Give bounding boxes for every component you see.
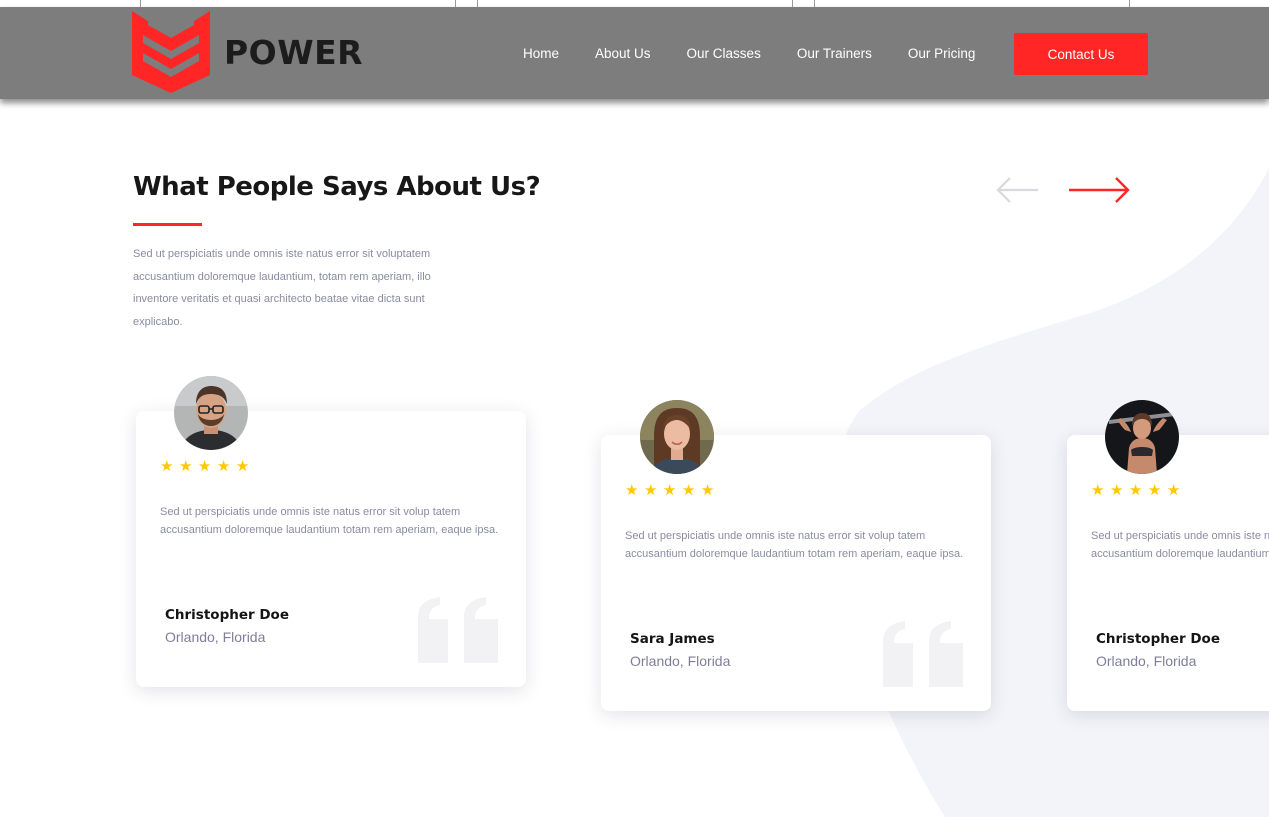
testimonial-name: Christopher Doe bbox=[165, 607, 289, 623]
testimonial-name: Sara James bbox=[630, 631, 715, 647]
testimonial-text: Sed ut perspiciatis unde omnis iste natu… bbox=[160, 506, 499, 537]
star-rating: ★ ★ ★ ★ ★ bbox=[625, 483, 720, 498]
testimonial-card: ★ ★ ★ ★ ★ Sed ut perspiciatis unde omnis… bbox=[1067, 435, 1269, 711]
brand-logo[interactable]: POWER bbox=[132, 11, 363, 93]
carousel-next-button[interactable] bbox=[1066, 174, 1130, 206]
testimonial-location: Orlando, Florida bbox=[630, 653, 731, 669]
star-icon: ★ bbox=[1147, 481, 1162, 499]
star-icon: ★ bbox=[643, 481, 658, 499]
star-icon: ★ bbox=[216, 457, 231, 475]
star-icon: ★ bbox=[197, 457, 212, 475]
star-icon: ★ bbox=[1091, 481, 1105, 499]
athlete-portrait-avatar bbox=[1105, 400, 1179, 474]
nav-our-classes[interactable]: Our Classes bbox=[687, 46, 761, 61]
arrow-left-icon bbox=[996, 177, 1038, 203]
carousel-prev-button[interactable] bbox=[990, 174, 1054, 206]
star-icon: ★ bbox=[160, 457, 174, 475]
man-portrait-avatar bbox=[174, 376, 248, 450]
section-intro: Sed ut perspiciatis unde omnis iste natu… bbox=[133, 248, 431, 328]
nav-home[interactable]: Home bbox=[523, 46, 559, 61]
star-icon: ★ bbox=[1109, 481, 1124, 499]
testimonial-card: ★ ★ ★ ★ ★ Sed ut perspiciatis unde omnis… bbox=[136, 411, 526, 687]
arrow-right-icon bbox=[1069, 177, 1130, 203]
star-icon: ★ bbox=[1166, 481, 1181, 499]
star-rating: ★ ★ ★ ★ ★ bbox=[1091, 483, 1186, 498]
testimonial-name: Christopher Doe bbox=[1096, 631, 1220, 647]
star-icon: ★ bbox=[700, 481, 715, 499]
testimonial-location: Orlando, Florida bbox=[165, 629, 266, 645]
avatar bbox=[1105, 400, 1179, 474]
woman-portrait-avatar bbox=[640, 400, 714, 474]
quote-icon bbox=[883, 621, 963, 687]
testimonial-location: Orlando, Florida bbox=[1096, 653, 1197, 669]
nav-our-trainers[interactable]: Our Trainers bbox=[797, 46, 872, 61]
shield-chevron-logo-icon bbox=[132, 11, 210, 93]
avatar bbox=[174, 376, 248, 450]
star-icon: ★ bbox=[625, 481, 639, 499]
testimonial-text: Sed ut perspiciatis unde omnis iste natu… bbox=[625, 530, 964, 561]
testimonials-page: POWER Home About Us Our Classes Our Trai… bbox=[0, 0, 1269, 817]
main-nav: Home About Us Our Classes Our Trainers O… bbox=[505, 7, 1011, 99]
brand-name: POWER bbox=[224, 32, 364, 72]
nav-our-pricing[interactable]: Our Pricing bbox=[908, 46, 976, 61]
star-icon: ★ bbox=[681, 481, 696, 499]
site-header: POWER Home About Us Our Classes Our Trai… bbox=[0, 7, 1269, 99]
section-title: What People Says About Us? bbox=[133, 172, 541, 202]
testimonial-card: ★ ★ ★ ★ ★ Sed ut perspiciatis unde omnis… bbox=[601, 435, 991, 711]
quote-icon bbox=[418, 597, 498, 663]
star-rating: ★ ★ ★ ★ ★ bbox=[160, 459, 255, 474]
star-icon: ★ bbox=[662, 481, 677, 499]
avatar bbox=[640, 400, 714, 474]
contact-us-button[interactable]: Contact Us bbox=[1014, 33, 1148, 75]
star-icon: ★ bbox=[235, 457, 250, 475]
testimonial-text: Sed ut perspiciatis unde omnis iste natu… bbox=[1091, 530, 1269, 561]
title-underline bbox=[133, 223, 202, 226]
star-icon: ★ bbox=[178, 457, 193, 475]
star-icon: ★ bbox=[1128, 481, 1143, 499]
nav-about-us[interactable]: About Us bbox=[595, 46, 651, 61]
